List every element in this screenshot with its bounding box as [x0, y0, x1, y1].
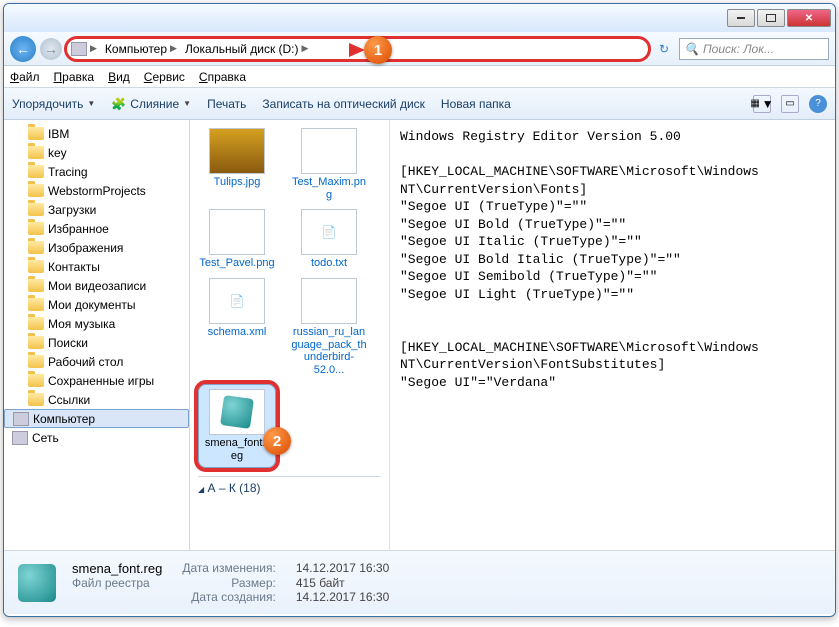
tree-item: Избранное: [4, 219, 189, 238]
text-file-icon: 📄: [301, 209, 357, 255]
tree-item-network[interactable]: Сеть: [4, 428, 189, 447]
refresh-button[interactable]: ↻: [653, 42, 675, 56]
file-item[interactable]: 📄schema.xml: [198, 278, 276, 377]
folder-icon: [28, 222, 44, 235]
preview-pane: Windows Registry Editor Version 5.00 [HK…: [390, 120, 835, 550]
search-placeholder: Поиск: Лок...: [703, 42, 774, 56]
folder-icon: [28, 127, 44, 140]
folder-icon: [28, 336, 44, 349]
menu-help[interactable]: Справка: [199, 70, 246, 84]
tree-item: key: [4, 143, 189, 162]
folder-icon: [28, 165, 44, 178]
merge-icon: 🧩: [111, 97, 126, 111]
help-button[interactable]: ?: [809, 95, 827, 113]
xml-file-icon: 📄: [209, 278, 265, 324]
details-filename: smena_font.reg: [72, 561, 162, 576]
title-bar: [4, 4, 835, 32]
folder-icon: [28, 298, 44, 311]
menu-file[interactable]: Файл: [10, 70, 40, 84]
merge-button[interactable]: 🧩Слияние▼: [111, 97, 191, 111]
file-item[interactable]: Tulips.jpg: [198, 128, 276, 201]
folder-icon: [28, 260, 44, 273]
menu-bar: Файл Правка Вид Сервис Справка: [4, 66, 835, 88]
search-icon: 🔍: [684, 42, 699, 56]
folder-icon: [28, 241, 44, 254]
minimize-button[interactable]: [727, 9, 755, 27]
navigation-tree[interactable]: IBM key Tracing WebstormProjects Загрузк…: [4, 120, 190, 550]
tree-item-computer[interactable]: Компьютер: [4, 409, 189, 428]
folder-icon: [28, 279, 44, 292]
main-area: IBM key Tracing WebstormProjects Загрузк…: [4, 120, 835, 550]
tree-item: Мои видеозаписи: [4, 276, 189, 295]
computer-icon: [71, 42, 87, 56]
file-item-selected[interactable]: smena_font.reg 2: [198, 384, 276, 467]
tree-item: Загрузки: [4, 200, 189, 219]
toolbar: Упорядочить▼ 🧩Слияние▼ Печать Записать н…: [4, 88, 835, 120]
print-button[interactable]: Печать: [207, 97, 246, 111]
breadcrumb-drive[interactable]: Локальный диск (D:): [185, 42, 299, 56]
registry-file-icon: [209, 389, 265, 435]
file-item[interactable]: Test_Pavel.png: [198, 209, 276, 270]
tree-item: IBM: [4, 124, 189, 143]
tree-item: Ссылки: [4, 390, 189, 409]
computer-icon: [13, 412, 29, 426]
group-header[interactable]: ◢ А – К (18): [198, 476, 381, 499]
menu-edit[interactable]: Правка: [54, 70, 95, 84]
menu-view[interactable]: Вид: [108, 70, 130, 84]
tree-item: Моя музыка: [4, 314, 189, 333]
organize-button[interactable]: Упорядочить▼: [12, 97, 95, 111]
tree-item: Изображения: [4, 238, 189, 257]
tree-item: Поиски: [4, 333, 189, 352]
details-modified: 14.12.2017 16:30: [296, 561, 389, 576]
menu-tools[interactable]: Сервис: [144, 70, 185, 84]
tree-item: WebstormProjects: [4, 181, 189, 200]
preview-pane-button[interactable]: ▭: [781, 95, 799, 113]
back-button[interactable]: ←: [10, 36, 36, 62]
tree-item: Контакты: [4, 257, 189, 276]
details-size-label: Размер:: [182, 576, 276, 590]
details-size: 415 байт: [296, 576, 389, 590]
details-pane: smena_font.reg Дата изменения: 14.12.201…: [4, 550, 835, 614]
folder-icon: [28, 355, 44, 368]
callout-2: 2: [263, 427, 291, 455]
folder-icon: [28, 146, 44, 159]
forward-button[interactable]: →: [40, 38, 62, 60]
network-icon: [12, 431, 28, 445]
folder-icon: [28, 203, 44, 216]
close-button[interactable]: [787, 9, 831, 27]
tree-item: Рабочий стол: [4, 352, 189, 371]
content-pane: Tulips.jpg Test_Maxim.png Test_Pavel.png…: [190, 120, 835, 550]
details-created: 14.12.2017 16:30: [296, 590, 389, 604]
file-item[interactable]: 📄todo.txt: [290, 209, 368, 270]
folder-icon: [28, 317, 44, 330]
view-mode-button[interactable]: ▦▼: [753, 95, 771, 113]
search-input[interactable]: 🔍 Поиск: Лок...: [679, 38, 829, 60]
maximize-button[interactable]: [757, 9, 785, 27]
details-modified-label: Дата изменения:: [182, 561, 276, 576]
folder-icon: [28, 393, 44, 406]
details-created-label: Дата создания:: [182, 590, 276, 604]
details-filetype: Файл реестра: [72, 576, 162, 590]
callout-1-arrow: [349, 43, 365, 57]
tree-item: Мои документы: [4, 295, 189, 314]
folder-icon: [28, 184, 44, 197]
nav-bar: ← → ▶ Компьютер▶ Локальный диск (D:)▶ ↻ …: [4, 32, 835, 66]
folder-icon: [28, 374, 44, 387]
burn-button[interactable]: Записать на оптический диск: [262, 97, 425, 111]
breadcrumb-computer[interactable]: Компьютер: [105, 42, 167, 56]
callout-1: 1: [364, 36, 392, 64]
tree-item: Tracing: [4, 162, 189, 181]
explorer-window: ← → ▶ Компьютер▶ Локальный диск (D:)▶ ↻ …: [3, 3, 836, 617]
file-list[interactable]: Tulips.jpg Test_Maxim.png Test_Pavel.png…: [190, 120, 390, 550]
tree-item: Сохраненные игры: [4, 371, 189, 390]
file-item[interactable]: Test_Maxim.png: [290, 128, 368, 201]
file-item[interactable]: russian_ru_language_pack_thunderbird-52.…: [290, 278, 368, 377]
new-folder-button[interactable]: Новая папка: [441, 97, 511, 111]
registry-file-icon: [14, 560, 60, 606]
